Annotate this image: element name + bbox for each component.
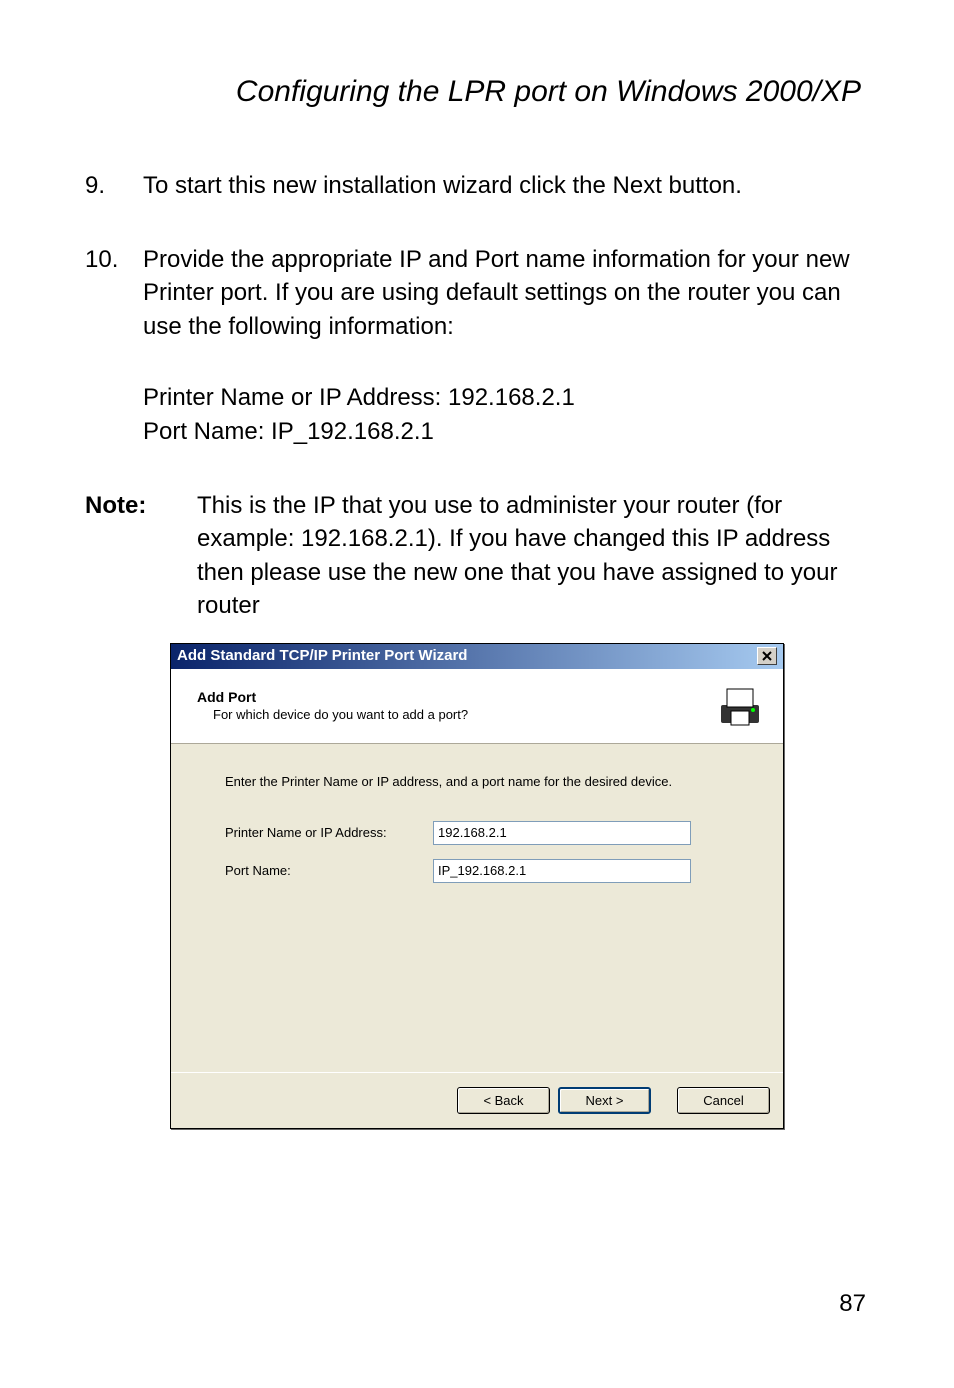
next-button[interactable]: Next > [558, 1087, 651, 1114]
note-text: This is the IP that you use to administe… [197, 489, 869, 623]
step-detail-2: Port Name: IP_192.168.2.1 [143, 415, 869, 449]
port-name-input[interactable] [433, 859, 691, 883]
step-number: 10. [85, 243, 143, 449]
dialog-title: Add Standard TCP/IP Printer Port Wizard [177, 647, 467, 664]
step-10: 10. Provide the appropriate IP and Port … [85, 243, 869, 449]
step-9: 9. To start this new installation wizard… [85, 169, 869, 203]
back-button[interactable]: < Back [457, 1087, 550, 1114]
dialog-footer: < Back Next > Cancel [171, 1072, 783, 1128]
ip-address-label: Printer Name or IP Address: [225, 825, 433, 840]
wizard-dialog: Add Standard TCP/IP Printer Port Wizard … [170, 643, 784, 1129]
note: Note: This is the IP that you use to adm… [85, 489, 869, 623]
dialog-instruction: Enter the Printer Name or IP address, an… [225, 774, 741, 789]
dialog-header-sub: For which device do you want to add a po… [213, 707, 468, 722]
dialog-body: Enter the Printer Name or IP address, an… [171, 744, 783, 1072]
step-text: To start this new installation wizard cl… [143, 169, 869, 203]
close-button[interactable] [757, 647, 777, 665]
cancel-button[interactable]: Cancel [677, 1087, 770, 1114]
dialog-header: Add Port For which device do you want to… [171, 669, 783, 744]
note-label: Note: [85, 489, 197, 623]
dialog-header-title: Add Port [197, 689, 468, 705]
port-name-label: Port Name: [225, 863, 433, 878]
step-number: 9. [85, 169, 143, 203]
printer-icon [717, 683, 763, 729]
dialog-titlebar: Add Standard TCP/IP Printer Port Wizard [171, 644, 783, 669]
step-text: Provide the appropriate IP and Port name… [143, 243, 869, 344]
page-number: 87 [839, 1290, 866, 1318]
close-icon [762, 651, 772, 661]
ip-address-input[interactable] [433, 821, 691, 845]
page-title: Configuring the LPR port on Windows 2000… [85, 75, 869, 109]
step-detail-1: Printer Name or IP Address: 192.168.2.1 [143, 381, 869, 415]
